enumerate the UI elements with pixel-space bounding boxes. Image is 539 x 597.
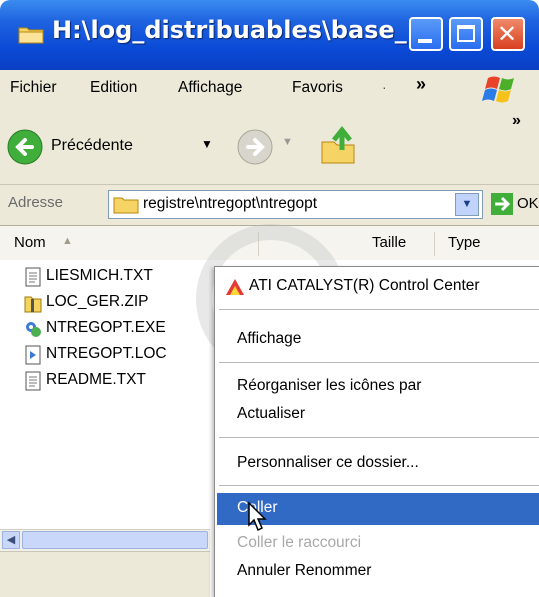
address-input[interactable]: registre\ntregopt\ntregopt ▼ [108, 190, 483, 219]
file-name: LIESMICH.TXT [46, 267, 153, 284]
go-label: OK [517, 195, 539, 212]
menu-divider [219, 485, 539, 486]
zip-folder-icon [24, 296, 42, 313]
windows-logo-icon [482, 76, 514, 103]
address-bar: Adresse registre\ntregopt\ntregopt ▼ OK [0, 185, 539, 226]
folder-icon [18, 27, 44, 44]
maximize-icon [457, 25, 475, 42]
context-item-actualiser[interactable]: Actualiser [237, 405, 305, 423]
scrollbar-thumb[interactable] [22, 531, 208, 549]
address-dropdown-icon[interactable]: ▼ [455, 193, 479, 216]
column-name-header[interactable]: Nom [14, 234, 46, 251]
sort-ascending-icon: ▲ [62, 235, 73, 247]
menu-fichier[interactable]: Fichier [10, 79, 57, 97]
maximize-button[interactable] [449, 17, 483, 51]
menu-edition[interactable]: Edition [90, 79, 137, 97]
toolbar: Précédente ▼ ▼ » [0, 108, 539, 185]
context-item-coller-raccourci: Coller le raccourci [237, 534, 362, 551]
close-button[interactable]: ✕ [491, 17, 525, 51]
column-divider[interactable] [434, 232, 435, 256]
ati-catalyst-icon [226, 279, 244, 295]
horizontal-scrollbar[interactable]: ◀ [0, 529, 210, 552]
window-title: H:\log_distribuables\base_... [52, 16, 435, 44]
column-size-header[interactable]: Taille [372, 234, 406, 251]
go-arrow-icon [491, 193, 513, 215]
executable-icon [26, 322, 41, 337]
context-item-reorganiser[interactable]: Réorganiser les icônes par [237, 377, 421, 395]
toolbar-overflow-chevron[interactable]: » [512, 112, 521, 130]
back-button[interactable]: Précédente ▼ [6, 128, 221, 168]
menu-divider [219, 362, 539, 363]
loc-file-icon [25, 345, 41, 365]
file-name: NTREGOPT.EXE [46, 319, 166, 336]
context-menu: ATI CATALYST(R) Control Center Affichage… [214, 266, 539, 597]
minimize-icon [418, 39, 432, 43]
title-bar[interactable]: H:\log_distribuables\base_... ✕ [0, 0, 539, 70]
text-file-icon [25, 267, 41, 287]
menu-divider [219, 309, 539, 310]
file-name: README.TXT [46, 371, 146, 388]
minimize-button[interactable] [409, 17, 443, 51]
column-type-header[interactable]: Type [448, 234, 481, 251]
context-item-affichage[interactable]: Affichage [237, 330, 301, 348]
context-item-personnaliser[interactable]: Personnaliser ce dossier... [237, 454, 419, 472]
folder-icon [113, 197, 139, 214]
folder-up-icon[interactable] [318, 124, 358, 166]
address-label: Adresse [8, 194, 64, 211]
menu-separator: · [382, 79, 387, 95]
close-icon: ✕ [497, 20, 518, 48]
mouse-cursor-icon [248, 501, 267, 532]
back-label: Précédente [51, 137, 133, 154]
menu-divider [219, 437, 539, 438]
back-dropdown-icon[interactable]: ▼ [201, 137, 213, 151]
menu-bar: Fichier Edition Affichage Favoris · » [0, 70, 539, 109]
forward-dropdown-icon[interactable]: ▼ [282, 136, 293, 148]
context-item-ati[interactable]: ATI CATALYST(R) Control Center [249, 277, 480, 295]
address-path: registre\ntregopt\ntregopt [143, 195, 318, 212]
scroll-left-icon[interactable]: ◀ [2, 531, 20, 549]
menu-overflow-chevron[interactable]: » [416, 74, 426, 95]
back-arrow-icon [7, 129, 43, 165]
go-button[interactable]: OK [490, 191, 539, 221]
menu-affichage[interactable]: Affichage [178, 79, 242, 97]
forward-arrow-icon[interactable] [236, 128, 274, 166]
context-item-annuler-renommer[interactable]: Annuler Renommer [237, 562, 371, 580]
file-name: LOC_GER.ZIP [46, 293, 149, 310]
text-file-icon [25, 371, 41, 391]
menu-favoris[interactable]: Favoris [292, 79, 343, 97]
status-bar [0, 551, 210, 597]
file-name: NTREGOPT.LOC [46, 345, 167, 362]
